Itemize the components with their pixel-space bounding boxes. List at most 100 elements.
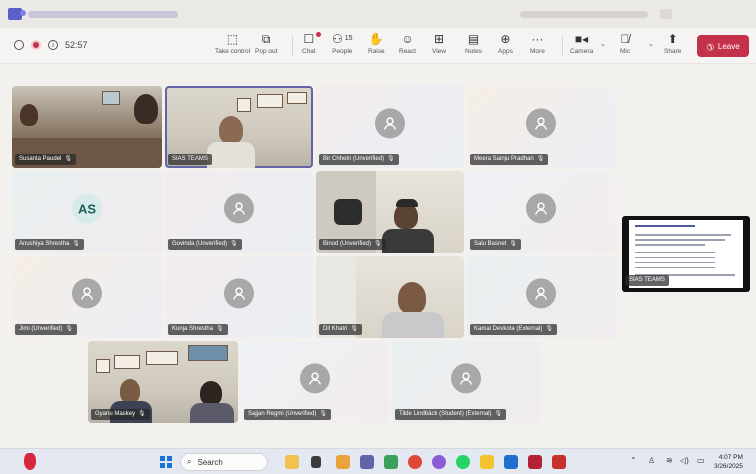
- messenger-icon[interactable]: [432, 455, 446, 469]
- avatar: [72, 278, 102, 309]
- raise-hand-button[interactable]: ✋ Raise: [368, 31, 385, 61]
- participant-name: SIAS TEAMS: [168, 154, 212, 165]
- task-view-icon[interactable]: [311, 456, 321, 468]
- video-person: [134, 94, 158, 124]
- participant-tile[interactable]: Dil Khatri 🎙: [316, 256, 464, 338]
- recording-icon: [31, 40, 41, 50]
- toolbar-divider: [562, 36, 563, 56]
- participant-tile[interactable]: AS Anushiya Shrestha 🎙: [12, 171, 162, 253]
- person-icon: [81, 287, 93, 300]
- participant-tile[interactable]: Kunja Shrestha 🎙: [165, 256, 313, 338]
- video-wall-frame: [146, 351, 178, 365]
- avatar-initials: AS: [72, 193, 102, 224]
- folder-icon[interactable]: [480, 455, 494, 469]
- mic-options-chevron-down-icon[interactable]: ⌄: [648, 40, 654, 48]
- mic-off-icon: 🎙: [138, 411, 146, 417]
- participant-tile[interactable]: Jimi (Unverified) 🎙: [12, 256, 162, 338]
- participant-tile[interactable]: Binod (Unverified) 🎙: [316, 171, 464, 253]
- toolbar-divider: [292, 36, 293, 56]
- more-icon: ···: [531, 32, 544, 46]
- participant-name: Tilde Lindbäck (Student) (External) 🎙: [395, 409, 507, 420]
- mic-off-icon: 🎙: [65, 326, 73, 332]
- video-person-body: [190, 403, 234, 423]
- video-person-head: [219, 116, 243, 144]
- participant-tile[interactable]: Govinda (Unverified) 🎙: [165, 171, 313, 253]
- participant-tile[interactable]: Meera Sainju Pradhan 🎙: [467, 86, 615, 168]
- pepper-app-icon[interactable]: [24, 453, 36, 470]
- close-icon[interactable]: [720, 9, 732, 19]
- share-icon: ⬆: [667, 32, 678, 46]
- person-icon: [535, 287, 547, 300]
- share-button[interactable]: ⬆ Share: [664, 31, 681, 61]
- video-wall-frame: [96, 359, 110, 373]
- people-count: 15: [344, 35, 353, 42]
- widgets-icon[interactable]: [285, 455, 299, 469]
- participant-tile[interactable]: Bir Chhetri (Unverified) 🎙: [316, 86, 464, 168]
- video-person-body: [382, 312, 444, 338]
- start-button[interactable]: [160, 456, 172, 468]
- video-person-cap: [396, 199, 418, 207]
- minimize-icon[interactable]: [660, 9, 672, 19]
- maximize-icon[interactable]: [690, 9, 702, 19]
- camera-icon: ■◂: [574, 32, 589, 46]
- more-button[interactable]: ··· More: [530, 31, 545, 61]
- info-icon[interactable]: i: [48, 40, 58, 50]
- video-person-head: [398, 282, 426, 314]
- whatsapp-icon[interactable]: [456, 455, 470, 469]
- person-tray-icon[interactable]: ♙: [648, 456, 655, 465]
- mic-off-icon: 🎙: [216, 326, 224, 332]
- taskbar-clock[interactable]: 4:07 PM 3/26/2025: [714, 453, 743, 471]
- video-person-body: [382, 229, 434, 253]
- leave-button[interactable]: ✆ Leave: [697, 35, 749, 57]
- people-button[interactable]: ⚇ 15 People: [332, 31, 353, 61]
- file-explorer-icon[interactable]: [336, 455, 350, 469]
- avatar: [224, 278, 254, 309]
- shared-screen-thumbnail[interactable]: SIAS TEAMS: [622, 216, 750, 292]
- participant-tile[interactable]: Susanta Paudel 🎙: [12, 86, 162, 168]
- pop-out-button[interactable]: ⧉ Pop out: [255, 31, 277, 61]
- tray-chevron-up-icon[interactable]: ⌃: [630, 456, 637, 465]
- participant-tile[interactable]: Gyanu Maskey 🎙: [88, 341, 238, 423]
- participant-tile[interactable]: Salu Basnet 🎙: [467, 171, 615, 253]
- mic-button[interactable]: 🎙̸ Mic: [620, 31, 630, 61]
- participant-name: Govinda (Unverified) 🎙: [168, 239, 242, 250]
- participant-tile-selected[interactable]: SIAS TEAMS: [165, 86, 313, 168]
- react-icon: ☺: [401, 32, 414, 46]
- doc-line: [635, 225, 695, 227]
- clock-date: 3/26/2025: [714, 463, 743, 470]
- wifi-icon[interactable]: ≋: [666, 456, 673, 465]
- doc-line: [635, 239, 725, 241]
- meeting-toolbar: i 52:57 ⬚ Take control ⧉ Pop out ☐ Chat …: [0, 28, 756, 64]
- pdf-reader-icon[interactable]: [552, 455, 566, 469]
- view-button[interactable]: ⊞ View: [432, 31, 446, 61]
- participant-name: Sajjan Regmi (Unverified) 🎙: [244, 409, 331, 420]
- participant-name: Bir Chhetri (Unverified) 🎙: [319, 154, 399, 165]
- chat-button[interactable]: ☐ Chat: [302, 31, 321, 61]
- battery-icon[interactable]: ▭: [697, 456, 705, 465]
- outlook-icon[interactable]: [504, 455, 518, 469]
- react-button[interactable]: ☺ React: [399, 31, 416, 61]
- participant-tile[interactable]: Sajjan Regmi (Unverified) 🎙: [241, 341, 389, 423]
- app-icon[interactable]: [528, 455, 542, 469]
- teams-taskbar-icon[interactable]: [360, 455, 374, 469]
- participant-tile[interactable]: Kamal Devkota (External) 🎙: [467, 256, 615, 338]
- participant-tile[interactable]: Tilde Lindbäck (Student) (External) 🎙: [392, 341, 540, 423]
- chrome-icon[interactable]: [408, 455, 422, 469]
- meeting-timer: 52:57: [65, 40, 88, 50]
- mic-off-icon: 🎙: [536, 156, 545, 162]
- mic-off-icon: 🎙: [387, 156, 395, 162]
- app-icon[interactable]: [384, 455, 398, 469]
- doc-line: [635, 257, 715, 258]
- taskbar-search[interactable]: ⌕ Search: [180, 453, 268, 471]
- participant-name: Salu Basnet 🎙: [470, 239, 521, 250]
- apps-button[interactable]: ⊕ Apps: [498, 31, 513, 61]
- camera-options-chevron-down-icon[interactable]: ⌄: [600, 40, 606, 48]
- take-control-button[interactable]: ⬚ Take control: [215, 31, 250, 61]
- video-background: [102, 91, 120, 105]
- volume-icon[interactable]: ◁): [680, 456, 689, 465]
- camera-button[interactable]: ■◂ Camera: [570, 31, 593, 61]
- notes-button[interactable]: ▤ Notes: [465, 31, 482, 61]
- mic-off-icon: 🎙: [545, 326, 553, 332]
- participant-name: Gyanu Maskey 🎙: [91, 409, 150, 420]
- chat-badge: [316, 32, 321, 37]
